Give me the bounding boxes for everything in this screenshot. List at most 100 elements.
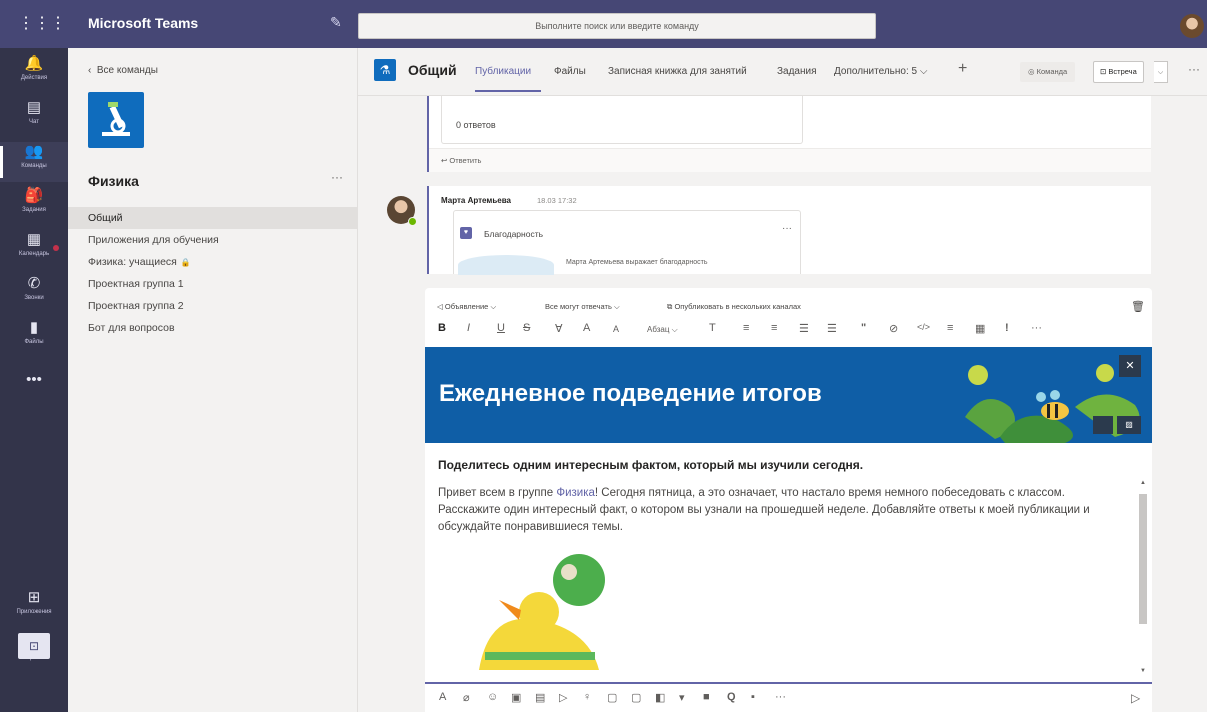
paragraph-dropdown[interactable]: Абзац ⌵: [647, 325, 678, 335]
quote-icon[interactable]: ": [861, 322, 866, 334]
highlight-icon[interactable]: ∀: [555, 322, 563, 335]
more-icon: •••: [26, 371, 42, 388]
rail-item-assignments[interactable]: 🎒 Задания: [0, 186, 68, 226]
tools-more-button[interactable]: ···: [775, 691, 786, 703]
app-name: Microsoft Teams: [88, 15, 199, 31]
team-more-button[interactable]: ···: [331, 170, 343, 184]
onenote-icon[interactable]: ▪: [751, 691, 755, 703]
back-to-teams-link[interactable]: ‹ Все команды: [88, 65, 158, 76]
increase-indent-icon[interactable]: ≡: [771, 322, 777, 334]
decrease-indent-icon[interactable]: ≡: [743, 322, 749, 334]
font-size-button[interactable]: A: [613, 324, 619, 334]
gif-icon[interactable]: ▣: [511, 691, 521, 704]
files-icon: ▮: [29, 319, 39, 336]
rail-item-apps[interactable]: ⊞ Приложения: [0, 588, 68, 628]
meet-now-icon[interactable]: ▷: [559, 691, 567, 704]
meet-dropdown-button[interactable]: ⌵: [1154, 61, 1168, 83]
post-type-label: Объявление: [444, 302, 489, 311]
emoji-icon[interactable]: ☺: [487, 691, 498, 703]
format-more-button[interactable]: ···: [1031, 322, 1042, 334]
clear-format-button[interactable]: T: [709, 322, 716, 334]
reply-bar[interactable]: ↩ Ответить: [429, 148, 1151, 172]
download-app-icon[interactable]: ⊡: [18, 633, 50, 659]
conversation-thread: 0 ответов ↩ Ответить: [427, 96, 1151, 172]
stream-icon[interactable]: ■: [703, 691, 710, 703]
bullet-list-icon[interactable]: ☰: [799, 322, 809, 335]
scrollbar[interactable]: ▲ ▼: [1138, 480, 1148, 680]
close-icon[interactable]: ✕: [1119, 355, 1141, 377]
rail-label: Команды: [21, 163, 47, 169]
channel-item-apps[interactable]: Приложения для обучения: [68, 229, 357, 251]
image-icon[interactable]: ▨: [1117, 416, 1141, 434]
reply-link[interactable]: ↩ Ответить: [441, 156, 481, 165]
attach-icon[interactable]: ⌀: [463, 691, 470, 704]
praise-card: ♥ Благодарность ··· Марта Артемьева выра…: [453, 210, 801, 275]
rail-label: Файлы: [24, 339, 44, 345]
bold-button[interactable]: B: [438, 322, 446, 334]
team-button[interactable]: ◎ Команда: [1020, 62, 1076, 82]
paragraph-label: Абзац: [647, 325, 670, 334]
card-more-button[interactable]: ···: [782, 223, 792, 234]
channel-item-project-1[interactable]: Проектная группа 1: [68, 273, 357, 295]
rail-more-button[interactable]: •••: [0, 370, 68, 410]
sticker-icon[interactable]: ▤: [535, 691, 545, 704]
app-launcher-icon[interactable]: ⋮⋮⋮: [18, 12, 66, 36]
horizontal-rule-icon[interactable]: ≡: [947, 322, 953, 334]
code-icon[interactable]: </>: [917, 322, 930, 332]
presence-available-icon: [408, 217, 417, 226]
reply-settings-dropdown[interactable]: Все могут отвечать ⌵: [545, 302, 620, 312]
post-subject[interactable]: Поделитесь одним интересным фактом, кото…: [438, 458, 863, 472]
rail-item-teams[interactable]: 👥 Команды: [0, 142, 68, 182]
app-icon[interactable]: ▾: [679, 691, 685, 704]
header-more-button[interactable]: ···: [1188, 62, 1200, 76]
tab-assignments[interactable]: Задания: [777, 66, 817, 77]
announcement-banner[interactable]: Ежедневное подведение итогов ✕ ▨: [425, 347, 1152, 443]
underline-button[interactable]: U: [497, 322, 505, 334]
scroll-down-icon[interactable]: ▼: [1138, 668, 1148, 674]
post-type-dropdown[interactable]: ◁ Объявление ⌵: [437, 302, 496, 312]
post-body[interactable]: Привет всем в группе Физика! Сегодня пят…: [438, 485, 1128, 536]
rail-item-chat[interactable]: ▤ Чат: [0, 98, 68, 138]
assignment-icon[interactable]: ▢: [631, 691, 641, 704]
format-icon[interactable]: A: [439, 691, 446, 703]
link-icon[interactable]: ⊘: [889, 322, 898, 335]
numbered-list-icon[interactable]: ☰: [827, 322, 837, 335]
post-in-multiple-channels-button[interactable]: ⧉ Опубликовать в нескольких каналах: [667, 302, 801, 312]
channel-item-bot[interactable]: Бот для вопросов: [68, 317, 357, 339]
mention-tag[interactable]: Физика: [556, 487, 595, 499]
tab-files[interactable]: Файлы: [554, 66, 586, 77]
font-color-button[interactable]: A: [583, 322, 590, 334]
assignments-icon: 🎒: [24, 187, 44, 204]
quizlet-icon[interactable]: Q: [727, 691, 736, 703]
channel-item-general[interactable]: Общий: [68, 207, 357, 229]
team-mini-icon: ⚗: [374, 59, 396, 81]
meet-button[interactable]: ⊡ Встреча: [1093, 61, 1144, 83]
channel-item-students[interactable]: Физика: учащиеся 🔒: [68, 251, 357, 273]
banner-title: Ежедневное подведение итогов: [439, 380, 822, 407]
rail-label: Действия: [20, 75, 48, 81]
author-name[interactable]: Марта Артемьева: [441, 196, 511, 205]
tab-class-notebook[interactable]: Записная книжка для занятий: [608, 66, 747, 77]
strikethrough-button[interactable]: S: [523, 322, 530, 334]
rail-item-activity[interactable]: 🔔 Действия: [0, 54, 68, 94]
trash-icon[interactable]: 🗑: [1131, 300, 1145, 313]
channel-item-project-2[interactable]: Проектная группа 2: [68, 295, 357, 317]
send-icon[interactable]: ▷: [1131, 691, 1140, 705]
search-input[interactable]: Выполните поиск или введите команду: [358, 13, 876, 39]
schedule-icon[interactable]: ▢: [607, 691, 617, 704]
new-chat-icon[interactable]: ✎: [330, 14, 342, 31]
rail-item-files[interactable]: ▮ Файлы: [0, 318, 68, 358]
important-icon[interactable]: !: [1005, 322, 1009, 334]
forms-icon[interactable]: ◧: [655, 691, 665, 704]
table-icon[interactable]: ▦: [975, 322, 985, 335]
praise-button-icon[interactable]: ♀: [583, 691, 591, 703]
banner-color-button[interactable]: [1093, 416, 1113, 434]
scroll-up-icon[interactable]: ▲: [1138, 480, 1148, 486]
add-tab-button[interactable]: +: [958, 60, 967, 78]
tab-more[interactable]: Дополнительно: 5 ⌵: [834, 66, 927, 77]
user-avatar[interactable]: [1180, 14, 1204, 38]
tab-posts[interactable]: Публикации: [475, 66, 531, 77]
scroll-thumb[interactable]: [1139, 494, 1147, 624]
italic-button[interactable]: I: [467, 322, 470, 334]
rail-item-calls[interactable]: ✆ Звонки: [0, 274, 68, 314]
